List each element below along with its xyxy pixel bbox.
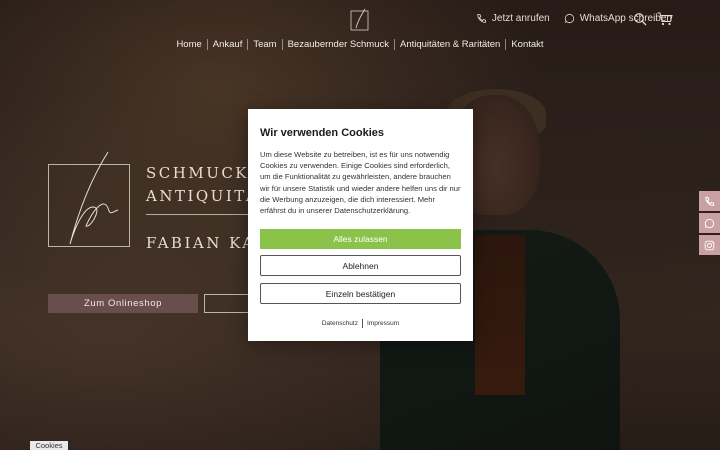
social-whatsapp-button[interactable] <box>699 213 720 233</box>
privacy-link[interactable]: Datenschutz <box>322 320 358 327</box>
signature-logo <box>69 151 119 245</box>
whatsapp-icon <box>704 218 715 228</box>
nav-item-antiquitaeten[interactable]: Antiquitäten & Raritäten <box>393 39 505 50</box>
cookie-modal-links: Datenschutz Impressum <box>248 319 473 328</box>
nav-item-schmuck[interactable]: Bezaubernder Schmuck <box>281 39 394 50</box>
logo-mark-icon[interactable] <box>350 8 370 32</box>
hero-divider <box>146 214 251 215</box>
call-link[interactable]: Jetzt anrufen <box>476 13 550 24</box>
cookie-settings-pill[interactable]: Cookies <box>30 441 68 450</box>
call-label: Jetzt anrufen <box>491 13 550 24</box>
phone-icon <box>477 13 486 23</box>
nav-item-ankauf[interactable]: Ankauf <box>206 39 248 50</box>
whatsapp-link[interactable]: WhatsApp schreiben <box>564 13 672 24</box>
instagram-icon <box>704 240 715 250</box>
nav-item-kontakt[interactable]: Kontakt <box>505 39 548 50</box>
social-sidebar <box>699 191 720 255</box>
nav-item-home[interactable]: Home <box>171 39 206 50</box>
reject-button[interactable]: Ablehnen <box>260 255 461 276</box>
hero-title-line1: SCHMUCK <box>146 164 250 182</box>
onlineshop-button[interactable]: Zum Onlineshop <box>48 294 198 313</box>
cookie-modal-title: Wir verwenden Cookies <box>260 127 384 139</box>
social-phone-button[interactable] <box>699 191 720 211</box>
nav-item-team[interactable]: Team <box>247 39 281 50</box>
cookie-consent-modal: Wir verwenden Cookies Um diese Website z… <box>248 109 473 341</box>
hero-title-line2: ANTIQUITÄ <box>146 187 260 205</box>
confirm-individual-button[interactable]: Einzeln bestätigen <box>260 283 461 304</box>
main-nav: Home Ankauf Team Bezaubernder Schmuck An… <box>0 39 720 50</box>
social-instagram-button[interactable] <box>699 235 720 255</box>
hero-title-line3: FABIAN KA <box>146 234 256 252</box>
search-icon[interactable] <box>633 12 647 26</box>
phone-icon <box>705 196 715 206</box>
cookie-modal-text: Um diese Website zu betreiben, ist es fü… <box>260 150 461 216</box>
cart-icon[interactable] <box>657 12 673 26</box>
imprint-link[interactable]: Impressum <box>367 320 399 327</box>
accept-all-button[interactable]: Alles zulassen <box>260 229 461 249</box>
whatsapp-icon <box>564 13 574 24</box>
link-separator <box>361 319 363 328</box>
